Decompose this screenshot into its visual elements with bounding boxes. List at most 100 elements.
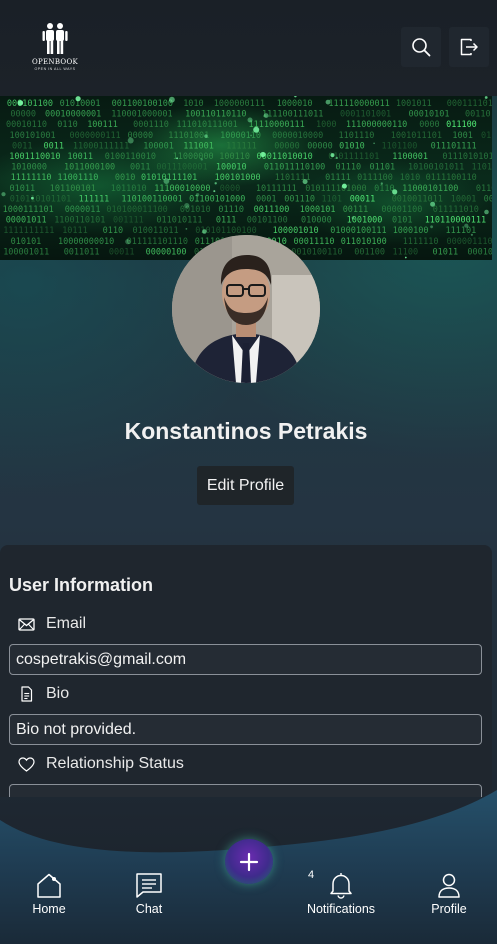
svg-text:0001: 0001 (256, 194, 276, 204)
email-label-row: Email (18, 615, 86, 633)
svg-text:00011110: 00011110 (294, 237, 335, 247)
svg-text:111001: 111001 (183, 141, 214, 151)
document-icon (21, 686, 33, 702)
svg-text:100010: 100010 (216, 163, 247, 173)
svg-text:00010110: 00010110 (6, 120, 47, 130)
svg-text:00001011: 00001011 (6, 216, 47, 226)
svg-text:11000101100: 11000101100 (402, 184, 458, 194)
svg-text:0011: 0011 (12, 141, 32, 151)
svg-text:0010: 0010 (115, 173, 135, 183)
svg-text:1100110101: 1100110101 (54, 216, 105, 226)
user-info-title: User Information (9, 575, 154, 595)
svg-text:0001110: 0001110 (133, 120, 169, 130)
svg-text:011010100: 011010100 (341, 237, 387, 247)
nav-profile[interactable]: Profile (428, 872, 470, 916)
create-post-button[interactable] (225, 839, 273, 884)
svg-text:1011000100: 1011000100 (64, 163, 115, 173)
search-button[interactable] (401, 27, 441, 67)
svg-text:1111110: 1111110 (403, 237, 439, 247)
svg-text:00000100: 00000100 (146, 247, 187, 257)
svg-text:011010111: 011010111 (476, 184, 492, 194)
svg-text:0000000111: 0000000111 (70, 131, 121, 141)
svg-text:0011100001: 0011100001 (156, 163, 207, 173)
svg-text:0010011011: 0010011011 (392, 194, 443, 204)
svg-text:0111100110: 0111100110 (426, 173, 477, 183)
logout-button[interactable] (449, 27, 489, 67)
svg-text:01011: 01011 (10, 184, 36, 194)
svg-text:010100011100: 010100011100 (106, 205, 167, 215)
svg-text:10100101011: 10100101011 (408, 163, 464, 173)
logo-people-icon (42, 23, 68, 54)
svg-text:100001010: 100001010 (273, 226, 319, 236)
app-logo[interactable]: OPENBOOK OPEN IN ALL WAYS (28, 22, 82, 76)
svg-text:0111010101: 0111010101 (442, 152, 492, 162)
user-icon (438, 873, 460, 898)
svg-text:10111111: 10111111 (256, 184, 297, 194)
svg-text:100110: 100110 (219, 152, 250, 162)
svg-text:111010111001: 111010111001 (176, 120, 237, 130)
svg-text:101100101: 101100101 (50, 184, 96, 194)
svg-text:0011: 0011 (130, 163, 150, 173)
svg-text:0000011: 0000011 (65, 205, 101, 215)
svg-text:1010: 1010 (183, 99, 203, 109)
svg-text:001100: 001100 (354, 247, 385, 257)
svg-text:10000000010: 10000000010 (58, 237, 114, 247)
svg-text:0011100: 0011100 (254, 205, 290, 215)
svg-text:11000111111: 11000111111 (73, 141, 129, 151)
search-icon (412, 38, 431, 57)
svg-text:00110100: 00110100 (484, 194, 492, 204)
email-label: Email (46, 615, 87, 632)
svg-text:100001: 100001 (143, 141, 174, 151)
svg-text:100111: 100111 (87, 120, 118, 130)
svg-text:0110: 0110 (374, 184, 394, 194)
nav-home[interactable]: Home (27, 872, 71, 916)
svg-text:110001000001: 110001000001 (111, 110, 172, 120)
svg-text:1000000111: 1000000111 (214, 99, 265, 109)
svg-text:00010101: 00010101 (409, 110, 450, 120)
svg-text:010101: 010101 (11, 237, 42, 247)
profile-avatar[interactable] (172, 235, 320, 383)
svg-text:000101100: 000101100 (7, 99, 53, 109)
logo-tagline: OPEN IN ALL WAYS (34, 67, 76, 71)
relationship-label: Relationship Status (46, 755, 184, 772)
svg-text:000111101000: 000111101000 (447, 99, 492, 109)
svg-text:1000101: 1000101 (300, 205, 336, 215)
svg-text:1101: 1101 (322, 194, 342, 204)
svg-text:111100111011: 111100111011 (262, 110, 323, 120)
bell-icon (330, 873, 352, 899)
svg-text:11111110: 11111110 (11, 173, 52, 183)
svg-text:1000010: 1000010 (277, 99, 313, 109)
svg-text:1001011: 1001011 (396, 99, 432, 109)
bio-label-row: Bio (18, 685, 69, 703)
nav-profile-label: Profile (431, 902, 467, 916)
svg-text:0001101001: 0001101001 (340, 110, 391, 120)
svg-text:0010100110: 0010100110 (291, 247, 342, 257)
profile-name: Konstantinos Petrakis (124, 418, 368, 444)
svg-text:0111100: 0111100 (357, 173, 393, 183)
svg-text:01000100111: 01000100111 (330, 226, 386, 236)
mail-icon (18, 617, 35, 631)
user-info-card: User Information Email cospetrakis@gmail… (0, 545, 492, 797)
edit-profile-button[interactable]: Edit Profile (197, 466, 294, 505)
email-field[interactable]: cospetrakis@gmail.com (9, 644, 482, 675)
svg-text:111111: 111111 (79, 194, 110, 204)
svg-text:01011: 01011 (433, 247, 459, 257)
svg-text:10011: 10011 (67, 152, 93, 162)
plus-icon (239, 852, 259, 871)
svg-text:0111: 0111 (216, 216, 236, 226)
nav-notifications[interactable]: Notifications (303, 872, 379, 916)
svg-text:001111: 001111 (113, 216, 144, 226)
svg-text:1011010: 1011010 (111, 184, 147, 194)
chat-icon (136, 873, 162, 898)
svg-text:01101: 01101 (370, 163, 396, 173)
svg-text:00000: 00000 (10, 110, 36, 120)
bio-field[interactable]: Bio not provided. (9, 714, 482, 745)
svg-text:00000: 00000 (274, 141, 300, 151)
svg-text:1010: 1010 (400, 173, 420, 183)
nav-chat[interactable]: Chat (127, 872, 171, 916)
svg-text:01111: 01111 (325, 173, 351, 183)
svg-text:010110101101: 010110101101 (10, 194, 71, 204)
logout-icon (460, 38, 478, 56)
svg-text:0011: 0011 (44, 141, 64, 151)
svg-text:010000: 010000 (301, 216, 332, 226)
